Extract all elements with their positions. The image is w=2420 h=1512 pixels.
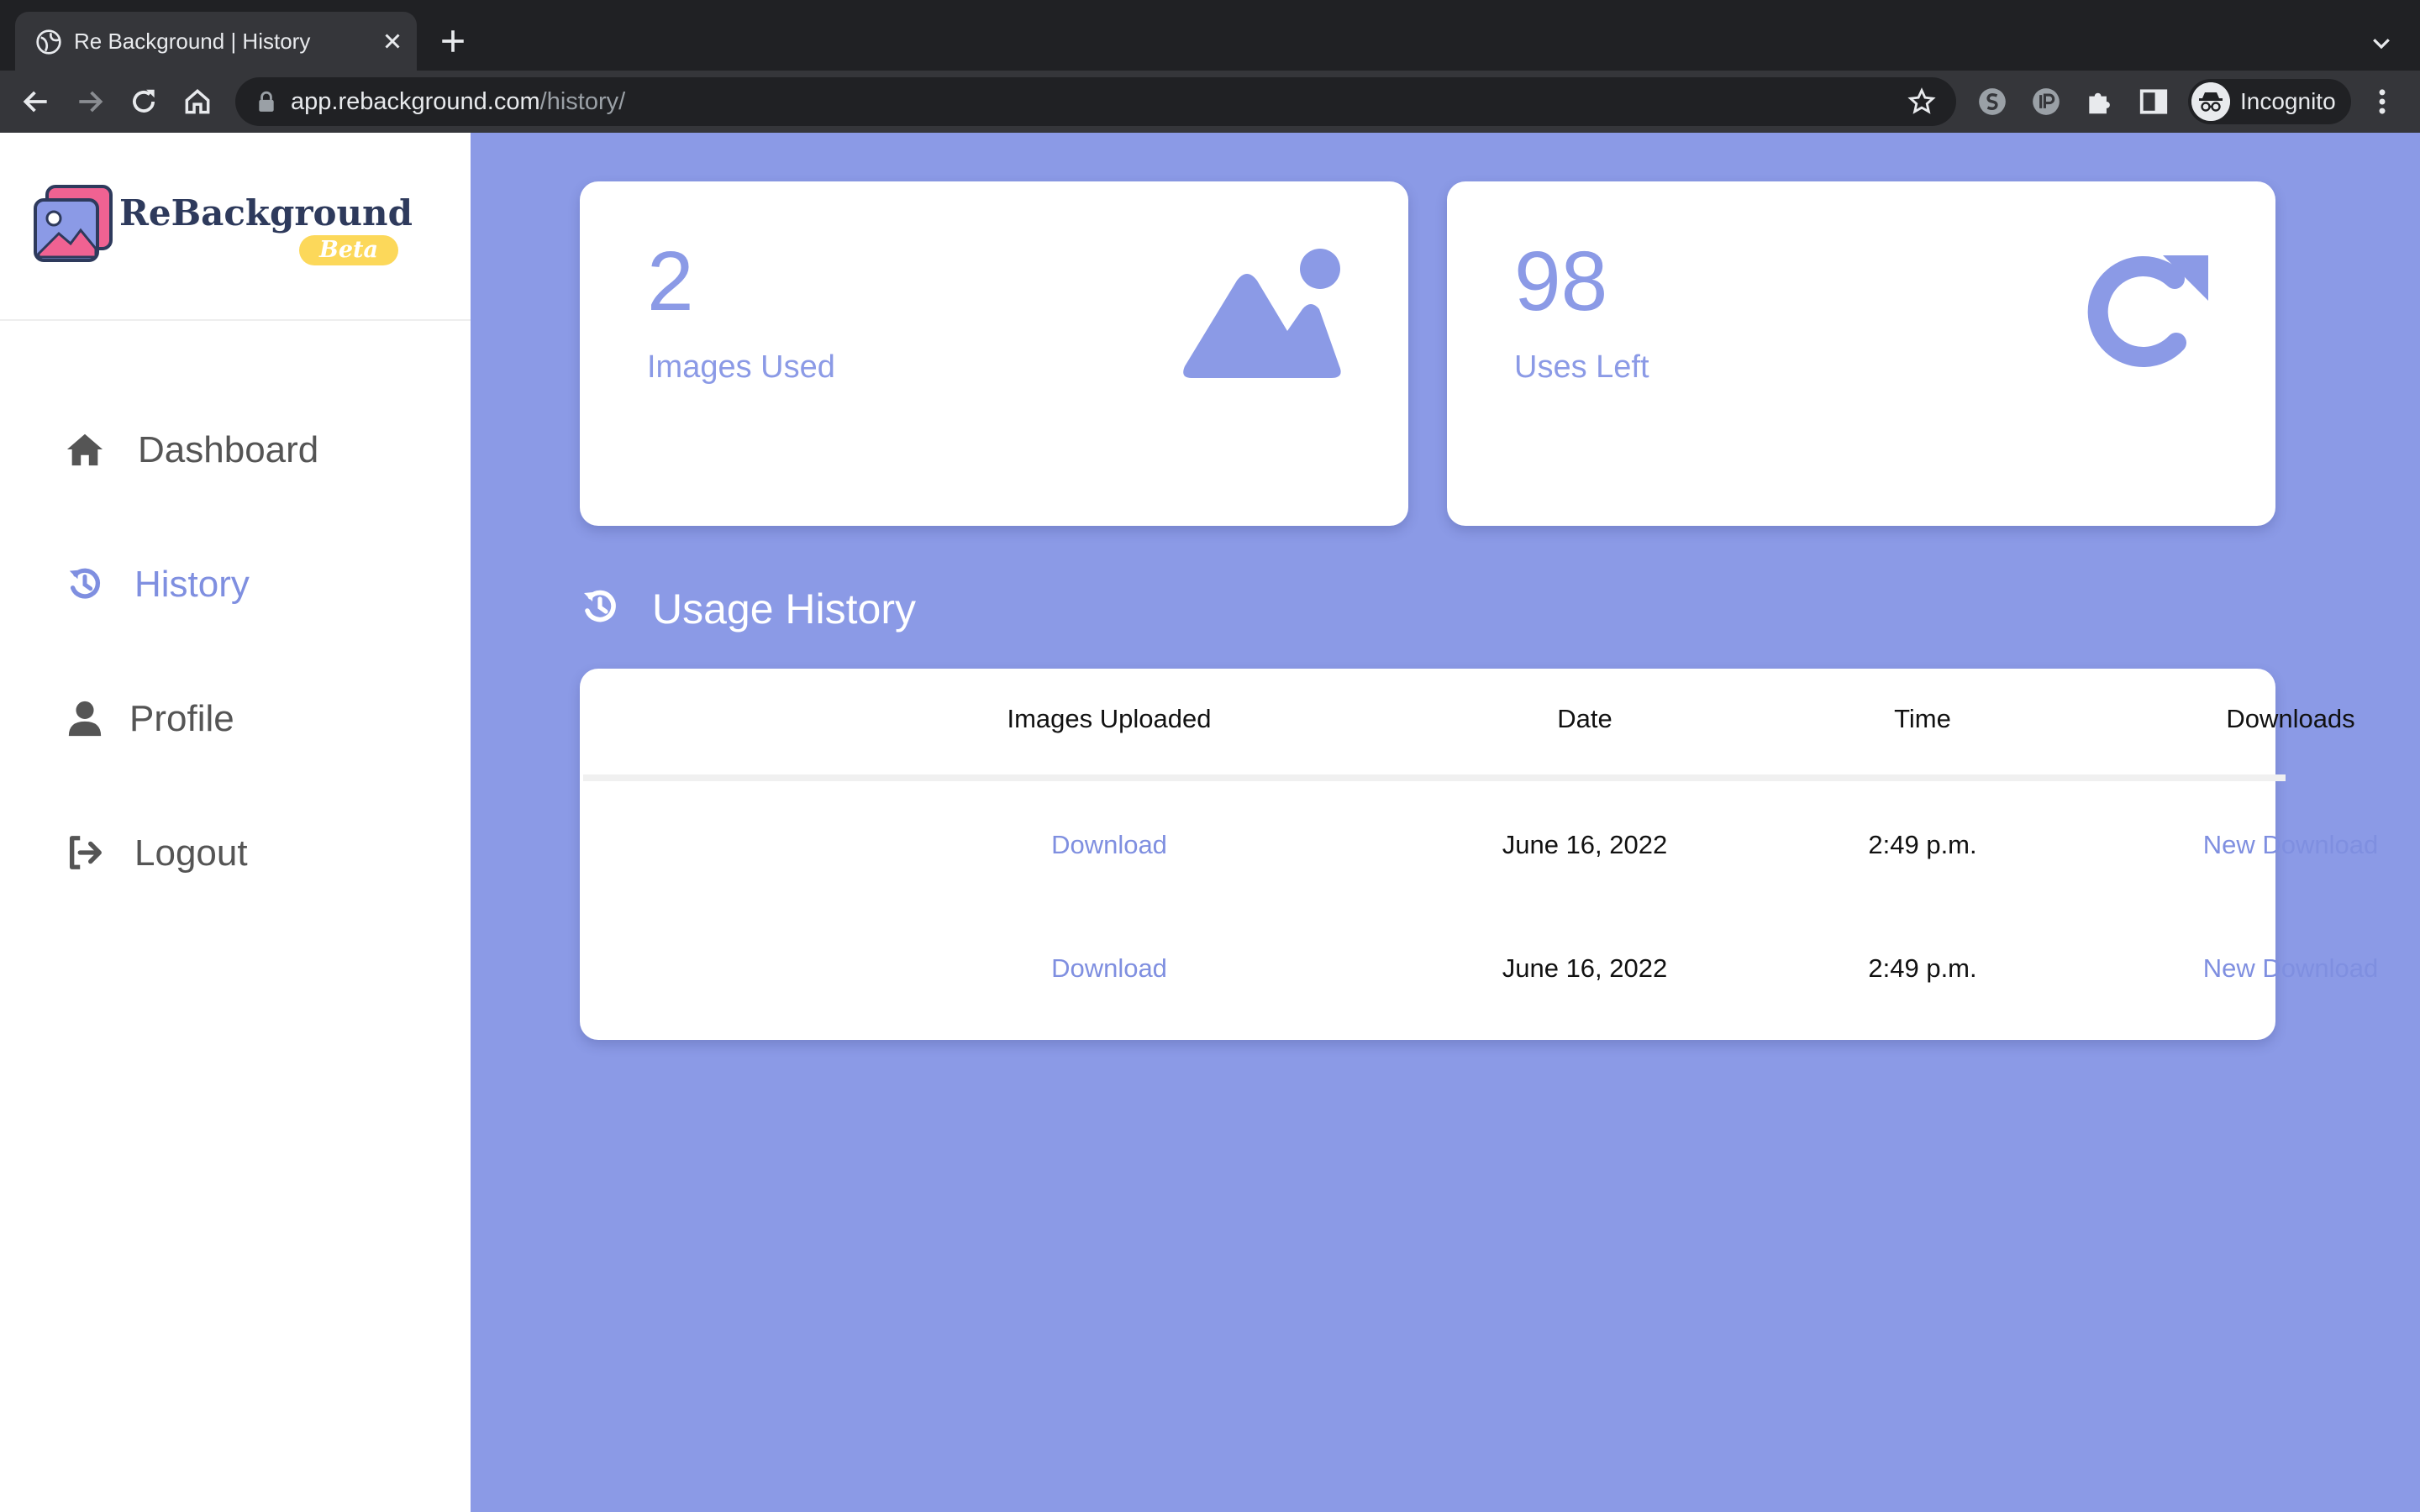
url-host: app.rebackground.com <box>291 88 540 115</box>
new-download-link[interactable]: New Download <box>2039 952 2420 985</box>
history-icon <box>69 568 100 599</box>
new-download-link[interactable]: New Download <box>2039 828 2420 862</box>
incognito-icon <box>2191 82 2230 121</box>
history-icon <box>584 590 616 622</box>
redo-icon <box>2087 255 2208 367</box>
usage-history-table: Images Uploaded Date Time Downloads Down… <box>580 669 2378 1040</box>
browser-tab-strip: Re Background | History <box>0 0 2420 71</box>
sidebar-item-profile[interactable]: Profile <box>66 692 351 743</box>
extension-s-icon[interactable] <box>1976 86 2008 118</box>
column-header: Images Uploaded <box>1007 704 1212 733</box>
image-icon <box>1183 249 1341 378</box>
url-path: /history/ <box>539 88 626 115</box>
home-icon[interactable] <box>182 86 213 118</box>
incognito-label: Incognito <box>2240 88 2336 114</box>
close-icon[interactable] <box>380 29 405 54</box>
sidebar-item-history[interactable]: History <box>66 558 351 608</box>
logout-icon <box>69 836 102 869</box>
bookmark-star-icon[interactable] <box>1907 87 1936 116</box>
more-menu-icon[interactable] <box>2370 86 2395 118</box>
home-icon <box>66 433 103 466</box>
sidebar-item-logout[interactable]: Logout <box>66 827 351 877</box>
stat-card-uses-left: 98 Uses Left <box>1447 181 2275 526</box>
brand-logo[interactable]: ReBackground Beta <box>32 181 418 265</box>
section-title: Usage History <box>652 585 916 633</box>
beta-badge: Beta <box>299 235 398 265</box>
new-tab-icon[interactable] <box>439 27 467 55</box>
forward-icon[interactable] <box>74 86 106 118</box>
lock-icon[interactable] <box>257 91 276 113</box>
stat-value: 98 <box>1514 234 1608 328</box>
puzzle-icon[interactable] <box>2084 86 2116 118</box>
stat-card-images-used: 2 Images Used <box>580 181 1408 526</box>
user-icon <box>68 701 102 737</box>
sidebar-divider <box>0 319 471 321</box>
stat-label: Uses Left <box>1514 349 1649 385</box>
header-divider <box>583 774 2286 781</box>
brand-name: ReBackground <box>119 192 413 234</box>
reload-icon[interactable] <box>128 86 160 118</box>
download-link[interactable]: Download <box>857 828 1361 862</box>
extension-ip-icon[interactable] <box>2030 86 2062 118</box>
sidebar-item-label: History <box>134 564 250 605</box>
stat-label: Images Used <box>647 349 835 385</box>
side-panel-icon[interactable] <box>2138 86 2170 118</box>
column-header: Downloads <box>2226 704 2355 733</box>
tab-title: Re Background | History <box>74 29 311 54</box>
sidebar: ReBackground Beta Dashboard History Prof… <box>0 133 471 1512</box>
url-text[interactable]: app.rebackground.com/history/ <box>291 87 625 116</box>
back-icon[interactable] <box>20 86 52 118</box>
globe-icon <box>36 29 61 55</box>
stat-value: 2 <box>647 234 694 328</box>
address-bar[interactable]: app.rebackground.com/history/ <box>235 77 1956 126</box>
browser-toolbar: app.rebackground.com/history/ Incognito <box>0 71 2420 133</box>
sidebar-item-dashboard[interactable]: Dashboard <box>66 423 351 474</box>
sidebar-item-label: Logout <box>134 832 248 874</box>
chevron-down-icon[interactable] <box>2368 30 2395 55</box>
incognito-indicator[interactable]: Incognito <box>2188 79 2351 124</box>
logo-image-icon <box>34 185 113 262</box>
sidebar-item-label: Dashboard <box>138 429 319 470</box>
browser-tab[interactable]: Re Background | History <box>15 12 417 71</box>
download-link[interactable]: Download <box>857 952 1361 985</box>
sidebar-item-label: Profile <box>129 698 234 739</box>
